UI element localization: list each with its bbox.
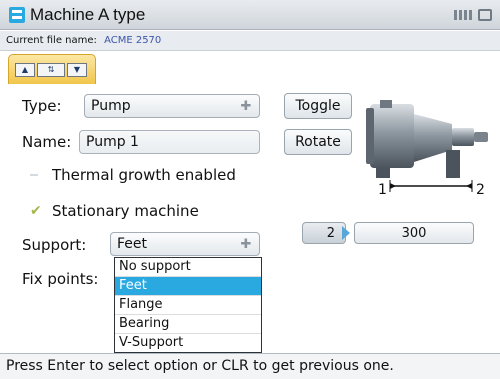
check-icon: ✔ xyxy=(30,203,42,219)
fix-point-stepper[interactable]: 2 300 xyxy=(302,222,474,244)
stepper-number[interactable]: 2 xyxy=(302,222,346,244)
file-name-bar: Current file name: ACME 2570 xyxy=(0,31,500,51)
support-select-value: Feet xyxy=(117,236,148,252)
stepper-value[interactable]: 300 xyxy=(354,222,474,244)
stepper-arrow-icon xyxy=(342,226,350,240)
dropdown-option-flange[interactable]: Flange xyxy=(115,296,261,315)
toolbar-swap-button[interactable]: ⇅ xyxy=(37,63,65,77)
signal-icon xyxy=(454,10,474,20)
rotate-button[interactable]: Rotate xyxy=(284,129,352,155)
status-icons xyxy=(454,7,492,23)
support-select[interactable]: Feet ✚ xyxy=(110,232,260,256)
file-name-label: Current file name: xyxy=(6,35,97,46)
title-bar: Machine A type xyxy=(0,0,500,30)
toggle-button[interactable]: Toggle xyxy=(284,93,352,119)
dropdown-option-bearing[interactable]: Bearing xyxy=(115,315,261,334)
toolbar-tab[interactable]: ▲ ⇅ ▼ xyxy=(8,54,96,84)
select-arrow-icon: ✚ xyxy=(240,237,252,252)
pump-machine-icon: 1 2 xyxy=(366,100,488,198)
dropdown-option-no-support[interactable]: No support xyxy=(115,258,261,277)
support-dropdown-list[interactable]: No support Feet Flange Bearing V-Support xyxy=(114,257,262,353)
status-bar: Press Enter to select option or CLR to g… xyxy=(0,353,500,379)
window-title: Machine A type xyxy=(30,5,146,24)
name-label: Name: xyxy=(22,133,72,151)
toolbar-down-button[interactable]: ▼ xyxy=(67,63,87,77)
unchecked-mark-icon xyxy=(30,174,38,176)
file-name-value: ACME 2570 xyxy=(104,35,162,46)
type-select-value: Pump xyxy=(91,98,131,114)
support-label: Support: xyxy=(22,236,87,254)
type-select[interactable]: Pump ✚ xyxy=(84,94,260,118)
stationary-machine-label: Stationary machine xyxy=(52,202,199,220)
figure-label-1: 1 xyxy=(378,182,387,198)
machine-figure: 1 2 xyxy=(360,90,494,200)
dropdown-option-feet[interactable]: Feet xyxy=(115,277,261,296)
name-field[interactable]: Pump 1 xyxy=(79,130,260,154)
app-icon xyxy=(9,7,25,23)
battery-icon xyxy=(478,9,492,21)
toolbar-up-button[interactable]: ▲ xyxy=(15,63,35,77)
select-arrow-icon: ✚ xyxy=(240,99,252,114)
figure-label-2: 2 xyxy=(476,182,485,198)
fix-points-label: Fix points: xyxy=(22,270,99,288)
thermal-growth-label: Thermal growth enabled xyxy=(52,166,236,184)
dropdown-option-v-support[interactable]: V-Support xyxy=(115,334,261,353)
type-label: Type: xyxy=(22,97,62,115)
